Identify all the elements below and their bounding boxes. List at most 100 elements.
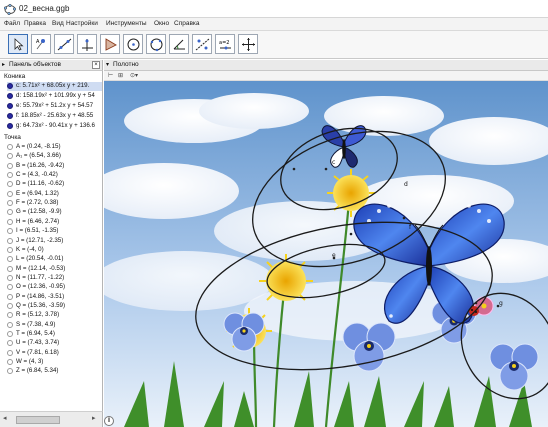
scroll-right-icon[interactable]: ▸ — [92, 414, 96, 422]
algebra-object-row[interactable]: P = (14.86, -3.51) — [7, 293, 102, 302]
algebra-object-row[interactable]: M = (12.14, -0.53) — [7, 265, 102, 274]
grid-toggle-icon[interactable]: ⊞ — [118, 72, 123, 79]
window-title: 02_весна.ggb — [19, 4, 70, 13]
algebra-object-row[interactable]: A = (0.24, -8.15) — [7, 143, 102, 152]
visibility-toggle-icon[interactable] — [7, 246, 13, 253]
visibility-toggle-icon[interactable] — [7, 123, 13, 129]
scroll-left-icon[interactable]: ◂ — [3, 414, 7, 422]
visibility-toggle-icon[interactable] — [7, 302, 13, 309]
visibility-toggle-icon[interactable] — [7, 256, 13, 263]
visibility-toggle-icon[interactable] — [7, 218, 13, 225]
visibility-toggle-icon[interactable] — [7, 349, 13, 356]
algebra-object-row[interactable]: e: 55.79x² + 51.2x y + 54.57 — [7, 102, 102, 111]
algebra-object-definition: T = (6.94, 5.4) — [16, 330, 55, 337]
move-graphics-tool-button[interactable] — [238, 34, 258, 54]
toggle-input-bar-icon[interactable]: ‖ — [104, 416, 114, 426]
close-view-icon[interactable]: × — [92, 61, 100, 69]
visibility-toggle-icon[interactable] — [7, 228, 13, 235]
algebra-object-row[interactable]: U = (7.43, 3.74) — [7, 339, 102, 348]
algebra-object-definition: F = (2.72, 0.38) — [16, 199, 59, 207]
algebra-object-row[interactable]: S = (7.38, 4.9) — [7, 321, 102, 330]
visibility-toggle-icon[interactable] — [7, 181, 13, 188]
visibility-toggle-icon[interactable] — [7, 312, 13, 319]
visibility-toggle-icon[interactable] — [7, 237, 13, 244]
polygon-tool-button[interactable] — [100, 34, 120, 54]
slider-tool-button[interactable]: a=2 — [215, 34, 235, 54]
point-capture-icon[interactable]: ⊙▾ — [130, 72, 138, 79]
algebra-object-row[interactable]: G = (12.58, -9.9) — [7, 208, 102, 217]
visibility-toggle-icon[interactable] — [7, 200, 13, 207]
algebra-object-row[interactable]: I = (6.51, -1.35) — [7, 227, 102, 236]
reflect-tool-button[interactable] — [192, 34, 212, 54]
visibility-toggle-icon[interactable] — [7, 190, 13, 197]
visibility-toggle-icon[interactable] — [7, 172, 13, 179]
algebra-object-row[interactable]: T = (6.94, 5.4) — [7, 330, 102, 339]
algebra-object-row[interactable]: D = (11.16, -0.62) — [7, 180, 102, 189]
algebra-object-row[interactable]: A₁ = (6.54, 3.66) — [7, 152, 102, 161]
algebra-object-row[interactable]: C = (4.3, -0.42) — [7, 171, 102, 180]
menu-settings[interactable]: Настройки — [66, 20, 98, 27]
algebra-object-definition: K = (-4, 0) — [16, 245, 44, 253]
algebra-object-row[interactable]: g: 64.73x² - 90.41x y + 136.6 — [7, 122, 102, 131]
visibility-toggle-icon[interactable] — [7, 83, 13, 89]
perpendicular-tool-button[interactable] — [77, 34, 97, 54]
algebra-object-row[interactable]: N = (11.77, -1.22) — [7, 274, 102, 283]
algebra-object-definition: A₁ = (6.54, 3.66) — [16, 152, 61, 160]
menu-edit[interactable]: Правка — [24, 20, 46, 27]
collapse-triangle-icon[interactable]: ▾ — [106, 61, 109, 68]
algebra-object-row[interactable]: O = (12.36, -0.95) — [7, 283, 102, 292]
new-point-icon: A — [36, 39, 45, 50]
menu-help[interactable]: Справка — [174, 20, 200, 27]
graphics-canvas[interactable]: cdefg — [104, 81, 548, 427]
menu-view[interactable]: Вид — [52, 20, 64, 27]
visibility-toggle-icon[interactable] — [7, 321, 13, 328]
algebra-object-row[interactable]: L = (20.54, -0.01) — [7, 255, 102, 264]
visibility-toggle-icon[interactable] — [7, 153, 13, 160]
circle-tool-button[interactable] — [123, 34, 143, 54]
menu-tools[interactable]: Инструменты — [106, 20, 147, 27]
algebra-object-row[interactable]: Q = (15.36, -3.59) — [7, 302, 102, 311]
algebra-object-row[interactable]: H = (6.46, 2.74) — [7, 218, 102, 227]
visibility-toggle-icon[interactable] — [7, 340, 13, 347]
algebra-object-row[interactable]: W = (4, 3) — [7, 358, 102, 367]
algebra-object-row[interactable]: V = (7.81, 6.18) — [7, 349, 102, 358]
visibility-toggle-icon[interactable] — [7, 274, 13, 281]
algebra-object-row[interactable]: d: 158.19x² + 101.99x y + 54 — [7, 92, 102, 101]
algebra-object-row[interactable]: E = (6.94, 1.32) — [7, 190, 102, 199]
visibility-toggle-icon[interactable] — [7, 265, 13, 272]
algebra-object-row[interactable]: F = (2.72, 0.38) — [7, 199, 102, 208]
point-tool-button[interactable]: A — [31, 34, 51, 54]
line-tool-button[interactable] — [54, 34, 74, 54]
algebra-object-row[interactable]: c: 5.71x² + 68.05x y + 219. — [7, 82, 102, 91]
angle-tool-button[interactable] — [169, 34, 189, 54]
visibility-toggle-icon[interactable] — [7, 293, 13, 300]
graphics-scene[interactable]: cdefg — [104, 81, 548, 427]
algebra-object-row[interactable]: J = (12.71, -2.35) — [7, 237, 102, 246]
algebra-object-row[interactable]: Z = (6.84, 5.34) — [7, 367, 102, 376]
visibility-toggle-icon[interactable] — [7, 144, 13, 150]
algebra-object-row[interactable]: K = (-4, 0) — [7, 245, 102, 255]
conic-tool-button[interactable] — [146, 34, 166, 54]
collapse-triangle-icon[interactable]: ▸ — [2, 61, 5, 68]
algebra-view-title: Панель объектов — [9, 61, 61, 68]
menu-file[interactable]: Файл — [4, 20, 20, 27]
algebra-object-row[interactable]: f: 18.85x² - 25.63x y + 48.55 — [7, 112, 102, 121]
visibility-toggle-icon[interactable] — [7, 209, 13, 216]
algebra-horizontal-scrollbar[interactable]: ◂ ▸ — [0, 411, 103, 427]
conic-through-points-icon — [150, 38, 163, 52]
algebra-category-title: Коника — [4, 73, 26, 80]
algebra-object-row[interactable]: R = (5.12, 3.78) — [7, 311, 102, 320]
scrollbar-thumb[interactable] — [16, 416, 60, 424]
visibility-toggle-icon[interactable] — [7, 359, 13, 366]
visibility-toggle-icon[interactable] — [7, 162, 13, 169]
move-tool-button[interactable] — [8, 34, 28, 54]
visibility-toggle-icon[interactable] — [7, 368, 13, 375]
visibility-toggle-icon[interactable] — [7, 93, 13, 99]
visibility-toggle-icon[interactable] — [7, 103, 13, 109]
visibility-toggle-icon[interactable] — [7, 331, 13, 337]
visibility-toggle-icon[interactable] — [7, 113, 13, 119]
menu-window[interactable]: Окно — [154, 20, 169, 27]
axes-toggle-icon[interactable]: ⊢ — [108, 72, 113, 79]
visibility-toggle-icon[interactable] — [7, 284, 13, 291]
algebra-object-row[interactable]: B = (16.26, -9.42) — [7, 162, 102, 171]
